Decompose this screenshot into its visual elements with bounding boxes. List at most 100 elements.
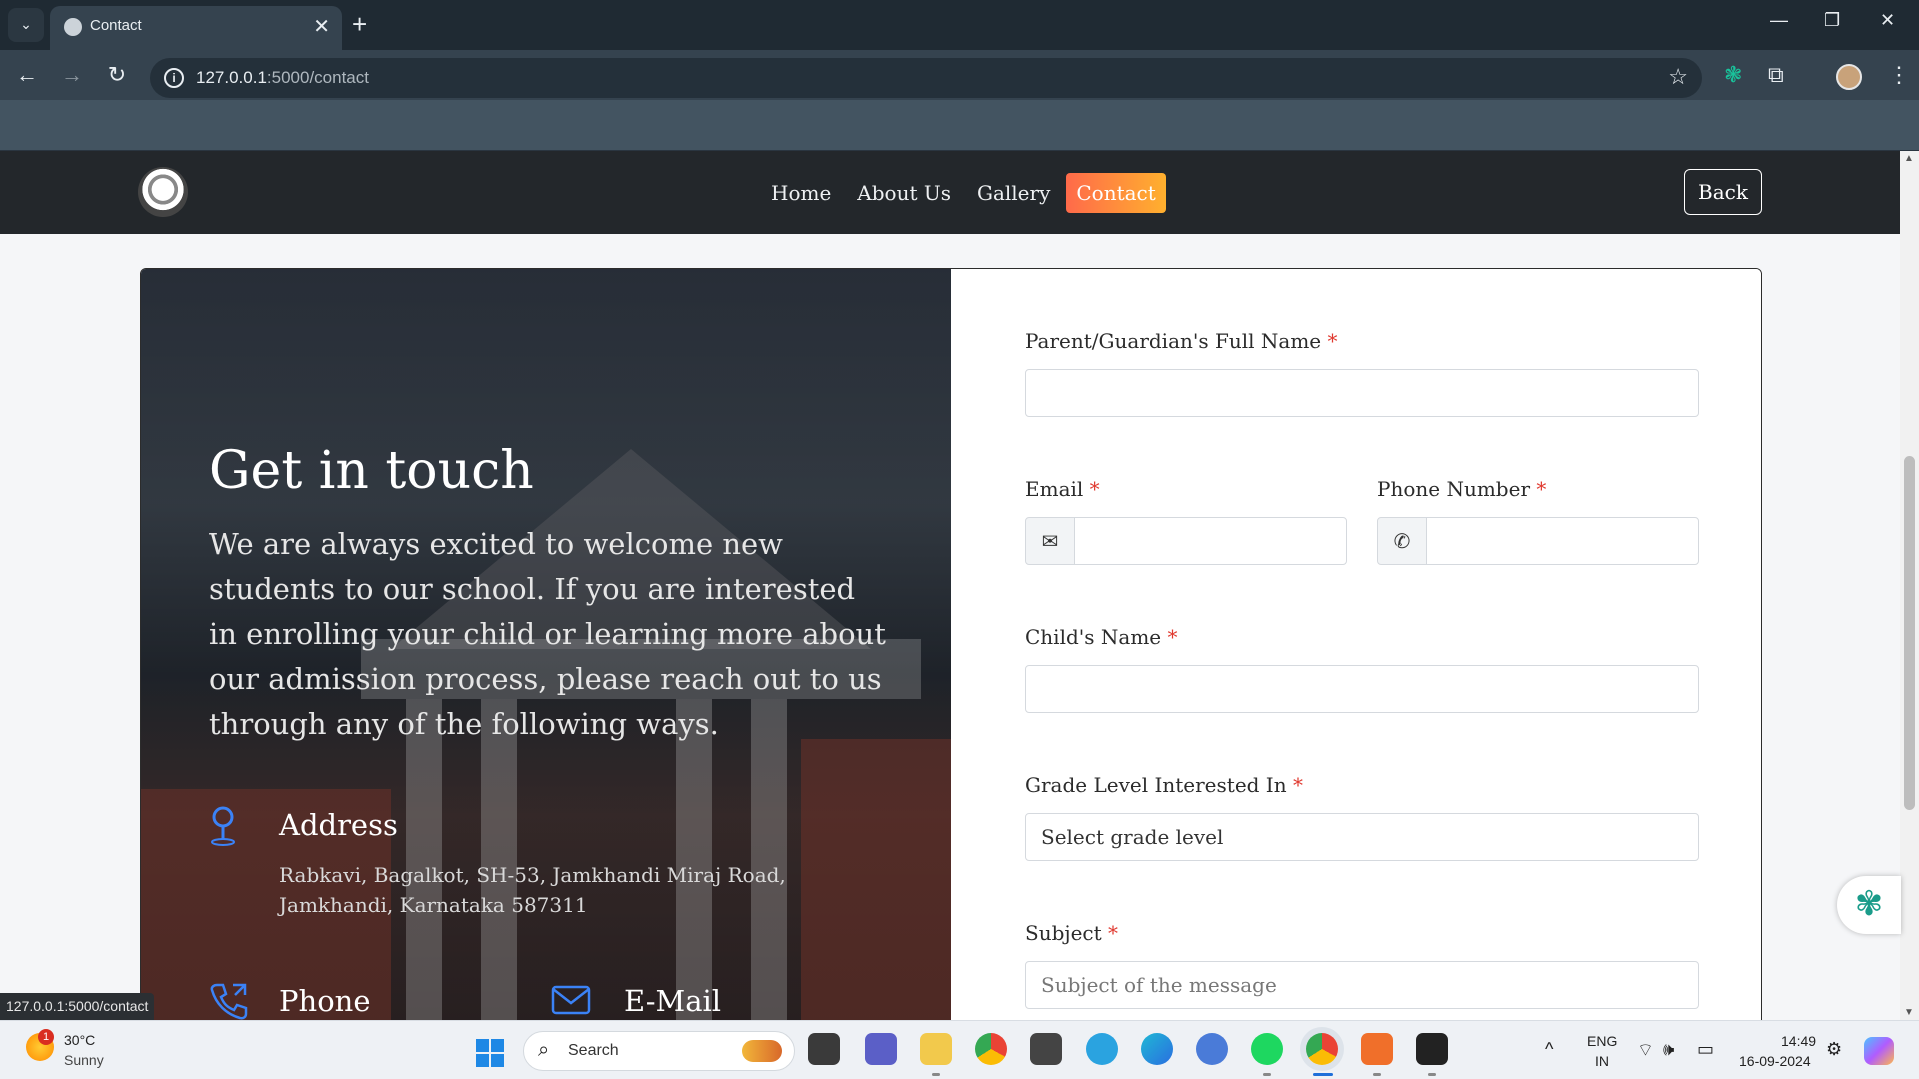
scroll-down-arrow-icon[interactable]: ▼: [1904, 1007, 1914, 1018]
teams-icon[interactable]: [865, 1033, 897, 1065]
address-bar-url[interactable]: 127.0.0.1:5000/contact: [196, 68, 369, 88]
contact-form: Parent/Guardian's Full Name * Email * ✉ …: [951, 269, 1761, 1020]
clock-date[interactable]: 16-09-2024: [1739, 1053, 1811, 1069]
contact-hero-panel: Get in touch We are always excited to we…: [141, 269, 951, 1020]
child-name-label-text: Child's Name: [1025, 625, 1162, 649]
hero-title: Get in touch: [209, 441, 534, 501]
running-indicator: [1263, 1073, 1271, 1076]
browser-tab-strip: ⌄ Contact ✕ + — ❐ ✕: [0, 0, 1919, 50]
back-arrow-icon[interactable]: ←: [12, 62, 42, 88]
wifi-icon[interactable]: ⌔: [1637, 1039, 1654, 1062]
spotify-icon[interactable]: [1251, 1033, 1283, 1065]
chrome-icon[interactable]: [975, 1033, 1007, 1065]
battery-icon[interactable]: ▭: [1697, 1039, 1714, 1060]
address-heading: Address: [279, 808, 398, 842]
site-info-icon[interactable]: i: [164, 68, 184, 88]
volume-icon[interactable]: 🕪: [1663, 1039, 1674, 1060]
tab-search-button[interactable]: ⌄: [8, 8, 44, 42]
profile-avatar[interactable]: [1836, 64, 1862, 90]
extensions-puzzle-icon[interactable]: ⧉: [1768, 62, 1784, 88]
nav-link-home[interactable]: Home: [761, 173, 841, 213]
nav-link-contact[interactable]: Contact: [1066, 173, 1166, 213]
assistant-launcher-icon[interactable]: ✾: [1837, 876, 1901, 934]
address-bar[interactable]: i 127.0.0.1:5000/contact ☆: [150, 58, 1702, 98]
scroll-up-arrow-icon[interactable]: ▲: [1904, 153, 1914, 164]
reload-icon[interactable]: ↻: [102, 62, 132, 88]
site-navbar: Home About Us Gallery Contact Back: [0, 151, 1900, 234]
minimize-button[interactable]: —: [1770, 10, 1788, 31]
input-region[interactable]: IN: [1595, 1053, 1609, 1069]
tab-title: Contact: [90, 17, 142, 34]
edge-icon[interactable]: [1141, 1033, 1173, 1065]
sync-app-icon[interactable]: [1196, 1033, 1228, 1065]
subject-input[interactable]: Subject of the message: [1025, 961, 1699, 1009]
email-heading: E-Mail: [624, 984, 722, 1018]
parent-name-label-text: Parent/Guardian's Full Name: [1025, 329, 1322, 353]
running-indicator: [1373, 1073, 1381, 1076]
chatgpt-extension-icon[interactable]: ❃: [1724, 62, 1742, 88]
back-button[interactable]: Back: [1684, 169, 1762, 215]
nav-links: Home About Us Gallery Contact: [761, 173, 1166, 213]
tab-close-icon[interactable]: ✕: [313, 14, 330, 39]
browser-toolbar: ← → ↻ i 127.0.0.1:5000/contact ☆ ❃ ⧉ ⋮: [0, 50, 1919, 100]
task-view-icon[interactable]: [808, 1033, 840, 1065]
email-input[interactable]: [1074, 517, 1347, 565]
parent-name-input[interactable]: [1025, 369, 1699, 417]
child-name-label: Child's Name *: [1025, 625, 1177, 649]
terminal-icon[interactable]: [1416, 1033, 1448, 1065]
file-explorer-icon[interactable]: [920, 1033, 952, 1065]
subject-label: Subject *: [1025, 921, 1118, 945]
scrollbar-thumb[interactable]: [1904, 456, 1915, 810]
search-highlight-icon: [742, 1040, 782, 1062]
phone-number-label: Phone Number *: [1377, 477, 1546, 501]
windows-taskbar: 1 30°C Sunny ⌕ Search ^ ENG IN ⌔ 🕪 ▭ 14:…: [0, 1020, 1919, 1079]
forward-arrow-icon[interactable]: →: [57, 62, 87, 88]
required-mark: *: [1108, 921, 1119, 945]
nav-link-about-us[interactable]: About Us: [847, 173, 961, 213]
grade-level-select[interactable]: Select grade level: [1025, 813, 1699, 861]
new-tab-button[interactable]: +: [352, 8, 367, 40]
phone-icon: [209, 981, 249, 1020]
close-window-button[interactable]: ✕: [1880, 10, 1895, 31]
weather-temperature[interactable]: 30°C: [64, 1032, 95, 1048]
weather-condition[interactable]: Sunny: [64, 1052, 104, 1068]
mail-icon: [551, 981, 593, 1020]
phone-number-label-text: Phone Number: [1377, 477, 1530, 501]
restore-button[interactable]: ❐: [1824, 10, 1840, 31]
nav-link-gallery[interactable]: Gallery: [967, 173, 1060, 213]
telegram-icon[interactable]: [1086, 1033, 1118, 1065]
tray-overflow-icon[interactable]: ^: [1545, 1039, 1553, 1060]
active-indicator: [1313, 1073, 1333, 1076]
browser-menu-icon[interactable]: ⋮: [1888, 62, 1910, 88]
bookmark-star-icon[interactable]: ☆: [1668, 64, 1688, 90]
input-language[interactable]: ENG: [1587, 1033, 1617, 1049]
browser-tab-contact[interactable]: Contact ✕: [50, 6, 342, 50]
search-icon: ⌕: [538, 1039, 550, 1061]
running-indicator: [1428, 1073, 1436, 1076]
location-pin-icon: [209, 805, 237, 856]
url-host: 127.0.0.1: [196, 68, 267, 87]
weather-notification-badge: 1: [38, 1029, 54, 1045]
hero-description: We are always excited to welcome new stu…: [209, 527, 886, 741]
phone-number-input[interactable]: [1426, 517, 1699, 565]
clock-time[interactable]: 14:49: [1781, 1033, 1816, 1049]
copilot-icon[interactable]: [1864, 1037, 1894, 1065]
page-scrollbar[interactable]: ▲ ▼: [1900, 151, 1919, 1020]
required-mark: *: [1167, 625, 1178, 649]
xampp-icon[interactable]: [1361, 1033, 1393, 1065]
phone-heading: Phone: [279, 984, 371, 1018]
chrome-active-icon[interactable]: [1306, 1033, 1338, 1065]
email-label: Email *: [1025, 477, 1100, 501]
taskbar-search-box[interactable]: ⌕ Search: [523, 1031, 795, 1071]
tab-favicon-icon: [64, 18, 82, 36]
email-label-text: Email: [1025, 477, 1084, 501]
grade-level-label: Grade Level Interested In *: [1025, 773, 1303, 797]
subject-label-text: Subject: [1025, 921, 1102, 945]
store-app-icon[interactable]: [1030, 1033, 1062, 1065]
notification-bell-icon[interactable]: ⚙: [1826, 1039, 1842, 1060]
child-name-input[interactable]: [1025, 665, 1699, 713]
school-logo[interactable]: [138, 167, 188, 217]
page-viewport: Home About Us Gallery Contact Back Get i…: [0, 151, 1900, 1020]
required-mark: *: [1536, 477, 1547, 501]
start-button-windows-icon[interactable]: [476, 1039, 504, 1067]
